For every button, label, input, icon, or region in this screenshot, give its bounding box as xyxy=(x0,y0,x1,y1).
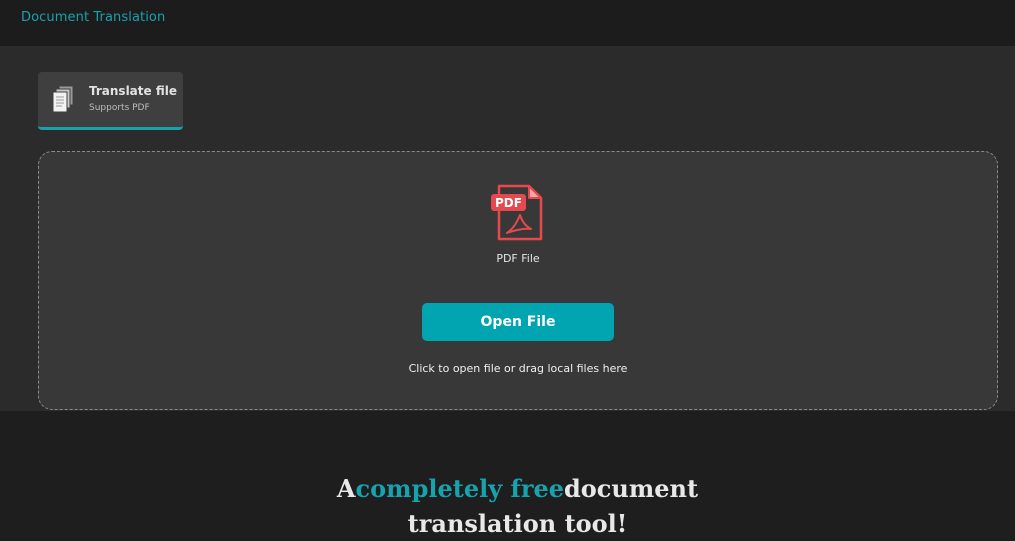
drop-hint: Click to open file or drag local files h… xyxy=(408,362,628,375)
headline-part-1: A xyxy=(336,474,356,503)
headline-line-2: translation tool! xyxy=(407,509,628,538)
open-file-button[interactable]: Open File xyxy=(422,303,614,341)
main-panel: Translate file Supports PDF PDF PDF File… xyxy=(0,46,1015,411)
top-bar: Document Translation xyxy=(0,0,1015,46)
file-type-label: PDF File xyxy=(496,252,540,265)
mode-title: Translate file xyxy=(89,84,177,98)
pdf-file-icon: PDF xyxy=(491,184,543,241)
headline-part-2: document xyxy=(564,474,699,503)
promo-section: Acompletely freedocument translation too… xyxy=(0,411,1015,538)
headline-accent: completely free xyxy=(355,474,565,503)
mode-subtitle: Supports PDF xyxy=(89,103,150,113)
file-drop-zone[interactable]: PDF PDF File Open File Click to open fil… xyxy=(38,151,998,410)
documents-icon xyxy=(52,85,74,113)
promo-headline: Acompletely freedocument translation too… xyxy=(0,471,1015,541)
app-title[interactable]: Document Translation xyxy=(21,10,165,25)
pdf-icon-label: PDF xyxy=(495,196,522,210)
translate-file-tab[interactable]: Translate file Supports PDF xyxy=(38,72,183,130)
